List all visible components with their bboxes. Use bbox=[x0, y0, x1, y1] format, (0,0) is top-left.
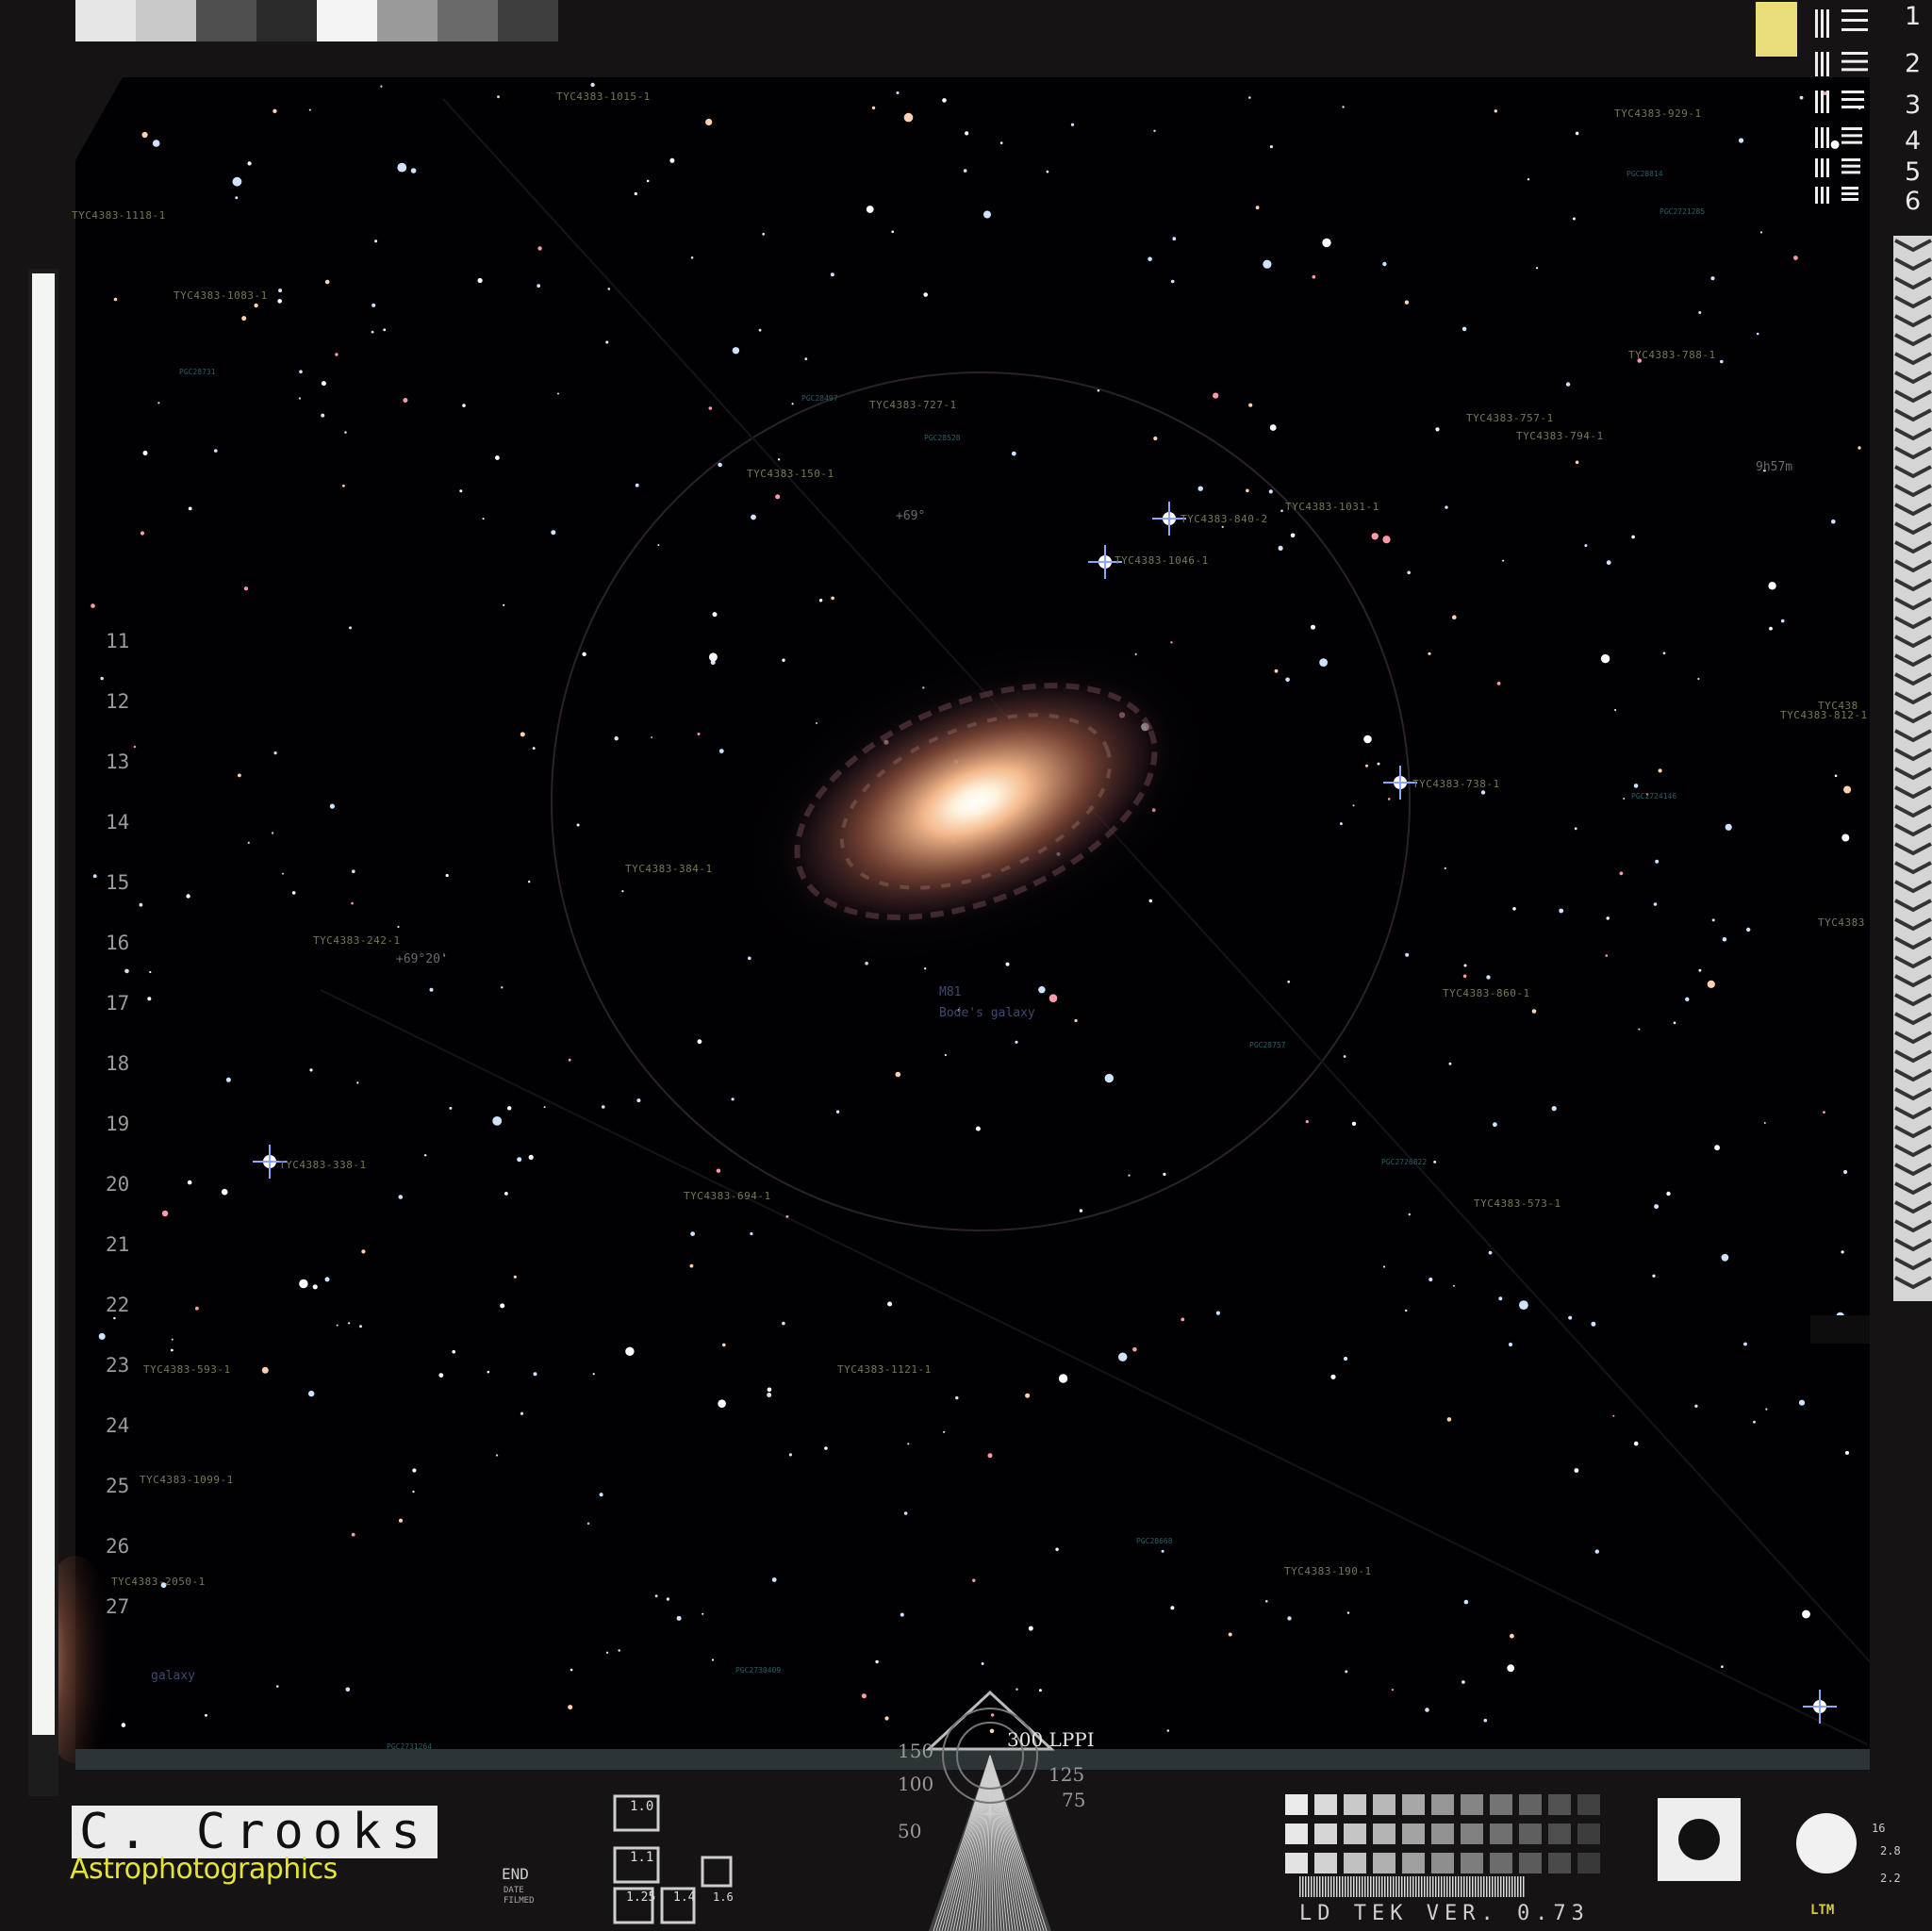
gauge-50: 50 bbox=[898, 1820, 922, 1842]
star-label: TYC4383-929-1 bbox=[1614, 107, 1702, 120]
star-label: TYC4383-1083-1 bbox=[173, 289, 268, 302]
pgc-label: PGC2724146 bbox=[1631, 792, 1677, 800]
gauge-75: 75 bbox=[1062, 1789, 1086, 1811]
star-label: TYC4383-860-1 bbox=[1443, 987, 1530, 999]
gauge-125: 125 bbox=[1049, 1763, 1085, 1786]
dec-top-label: +69° bbox=[896, 509, 926, 523]
ruler-number: 18 bbox=[106, 1052, 130, 1075]
star-label: TYC4383-150-1 bbox=[747, 468, 834, 480]
star-label: TYC4383-727-1 bbox=[869, 399, 957, 411]
scale-1-6: 1.6 bbox=[713, 1890, 734, 1904]
ruler-number: 14 bbox=[106, 811, 130, 833]
res-number-5: 5 bbox=[1905, 157, 1922, 187]
ruler-number: 12 bbox=[106, 690, 130, 713]
ruler-number: 13 bbox=[106, 751, 130, 773]
filmed-label: FILMED bbox=[504, 1896, 535, 1906]
ruler-number: 21 bbox=[106, 1233, 130, 1256]
yellow-swatch bbox=[1756, 2, 1797, 57]
pgc-label: PGC28668 bbox=[1136, 1537, 1173, 1545]
logo-name: C. Crooks bbox=[72, 1806, 438, 1858]
right-small-22: 2.2 bbox=[1880, 1872, 1901, 1885]
pgc-label: PGC28814 bbox=[1627, 170, 1663, 178]
scale-1-1: 1.1 bbox=[630, 1850, 654, 1865]
right-small-16: 16 bbox=[1872, 1822, 1886, 1835]
res-number-1: 1 bbox=[1905, 2, 1922, 31]
res-number-2: 2 bbox=[1905, 49, 1922, 78]
ruler-number: 27 bbox=[106, 1595, 130, 1618]
star-label: TYC4383-1031-1 bbox=[1285, 501, 1379, 513]
logo-tagline: Astrophotographics bbox=[70, 1853, 338, 1886]
target-name: M81 bbox=[939, 985, 962, 999]
end-label: END bbox=[502, 1865, 529, 1883]
pgc-label: PGC2731264 bbox=[387, 1742, 433, 1751]
star-label: TYC4383-788-1 bbox=[1628, 349, 1716, 361]
ruler-number: 11 bbox=[106, 630, 130, 652]
ruler-number: 20 bbox=[106, 1173, 130, 1196]
star-label: TYC4383-573-1 bbox=[1474, 1197, 1561, 1210]
star-label: TYC4383-593-1 bbox=[143, 1363, 231, 1376]
ruler-number: 16 bbox=[106, 932, 130, 954]
ruler-number: 23 bbox=[106, 1354, 130, 1377]
gauge-150: 150 bbox=[898, 1740, 934, 1762]
star-label: TYC4383-794-1 bbox=[1516, 430, 1604, 442]
version-label: LD TEK VER. 0.73 bbox=[1299, 1902, 1590, 1925]
star-label: TYC4383-840-2 bbox=[1181, 513, 1268, 525]
ruler-number: 17 bbox=[106, 992, 130, 1015]
ruler-number: 25 bbox=[106, 1475, 130, 1497]
ruler-number: 26 bbox=[106, 1535, 130, 1558]
pgc-label: PGC28497 bbox=[801, 394, 838, 403]
star-label: TYC4383-757-1 bbox=[1466, 412, 1554, 424]
scale-1-4: 1.4 bbox=[673, 1890, 696, 1905]
corner-mark: LTM bbox=[1810, 1903, 1835, 1918]
res-number-6: 6 bbox=[1905, 187, 1922, 216]
pgc-label: PGC2726822 bbox=[1381, 1158, 1428, 1166]
film-bottom-band bbox=[75, 1749, 1870, 1770]
star-label: TYC4383-694-1 bbox=[684, 1190, 771, 1202]
ruler-number: 15 bbox=[106, 871, 130, 894]
neighbor-label: galaxy bbox=[151, 1669, 195, 1683]
star-label: TYC4383 bbox=[1818, 916, 1865, 929]
ruler-number: 24 bbox=[106, 1414, 130, 1437]
star-label: TYC4383-2050-1 bbox=[111, 1576, 206, 1588]
scale-1-25: 1.25 bbox=[626, 1890, 656, 1905]
star-label: TYC438 bbox=[1818, 700, 1858, 712]
star-label: TYC4383-242-1 bbox=[313, 934, 401, 947]
gauge-100: 100 bbox=[898, 1773, 934, 1795]
res-number-3: 3 bbox=[1905, 91, 1922, 120]
pgc-label: PGC2730409 bbox=[735, 1666, 782, 1675]
star-label: TYC4383-738-1 bbox=[1412, 778, 1500, 790]
grayscale-strip bbox=[75, 0, 558, 41]
star-label: TYC4383-338-1 bbox=[279, 1159, 367, 1171]
star-label: TYC4383-190-1 bbox=[1284, 1565, 1372, 1577]
scale-1-0: 1.0 bbox=[630, 1799, 654, 1814]
right-small-28: 2.8 bbox=[1880, 1844, 1901, 1857]
star-label: TYC4383-1121-1 bbox=[837, 1363, 932, 1376]
target-alias: Bode's galaxy bbox=[939, 1006, 1035, 1020]
date-label: DATE bbox=[504, 1886, 524, 1895]
astrophoto-frame: 1 2 3 4 5 6 11 12 13 14 15 16 17 18 19 20 21 22 23 24… bbox=[0, 0, 1932, 1931]
star-label: TYC4383-384-1 bbox=[625, 863, 713, 875]
lppi-label: 300 LPPI bbox=[1007, 1728, 1095, 1751]
pgc-label: PGC28731 bbox=[179, 368, 216, 376]
left-light-bar bbox=[32, 273, 55, 1735]
ruler-number: 22 bbox=[106, 1294, 130, 1316]
star-label: TYC4383-1015-1 bbox=[556, 91, 651, 103]
star-label: TYC4383-1118-1 bbox=[72, 209, 166, 222]
pgc-label: PGC2721285 bbox=[1660, 207, 1706, 216]
ruler-number: 19 bbox=[106, 1113, 130, 1135]
star-label: TYC4383-1046-1 bbox=[1115, 554, 1209, 567]
star-field bbox=[0, 0, 1932, 1931]
ra-label: 9h57m bbox=[1756, 460, 1793, 474]
pgc-label: PGC28528 bbox=[924, 434, 961, 442]
dec-mid-label: +69°20' bbox=[396, 952, 448, 966]
pgc-label: PGC28757 bbox=[1249, 1041, 1286, 1049]
res-number-4: 4 bbox=[1905, 126, 1922, 156]
star-label: TYC4383-1099-1 bbox=[140, 1474, 234, 1486]
